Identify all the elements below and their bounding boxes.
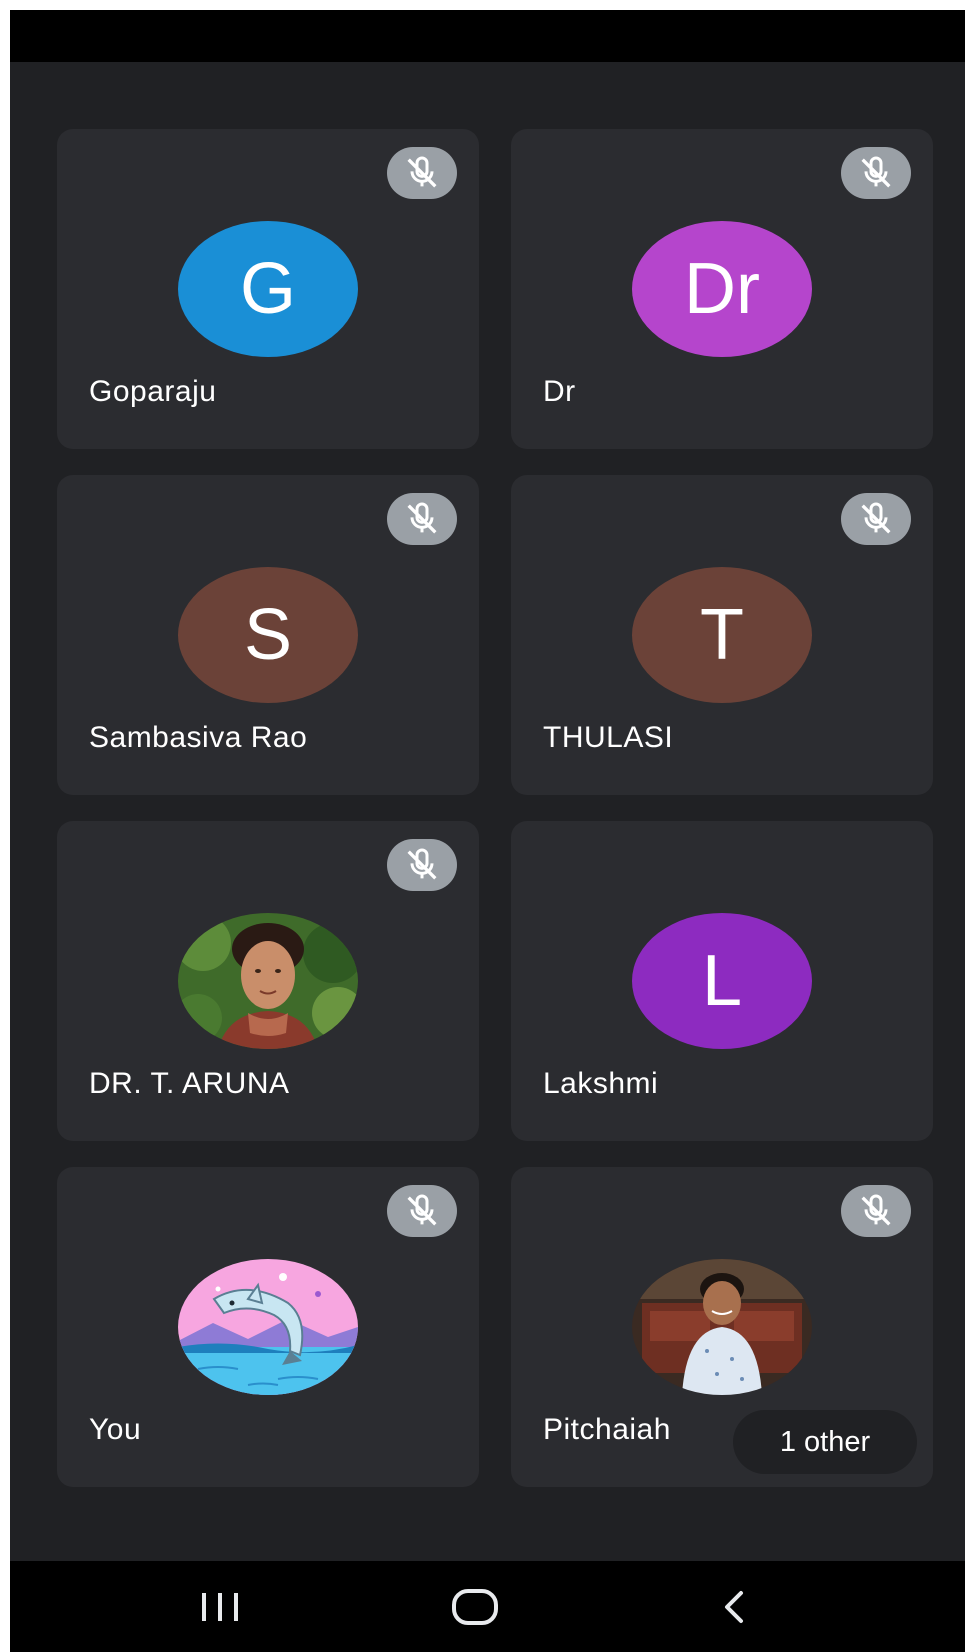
mic-off-icon [387,493,457,545]
mic-off-icon [841,493,911,545]
navigation-bar [10,1561,965,1652]
participant-tile-you[interactable]: You [57,1167,479,1487]
participant-tile-goparaju[interactable]: G Goparaju [57,129,479,449]
mic-off-icon [841,1185,911,1237]
mic-off-icon [841,147,911,199]
home-button[interactable] [435,1579,515,1635]
meeting-screen: G Goparaju Dr Dr S Sambasiva Rao T THULA… [10,10,965,1652]
mic-off-icon [387,839,457,891]
others-chip[interactable]: 1 other [733,1410,917,1474]
participant-tile-thulasi[interactable]: T THULASI [511,475,933,795]
participant-tile-dr-t-aruna[interactable]: DR. T. ARUNA [57,821,479,1141]
avatar: L [632,913,812,1049]
participant-name: DR. T. ARUNA [89,1067,290,1100]
avatar: Dr [632,221,812,357]
avatar: S [178,567,358,703]
participant-name: Lakshmi [543,1067,659,1100]
participant-tile-pitchaiah[interactable]: Pitchaiah 1 other [511,1167,933,1487]
participant-name: Sambasiva Rao [89,721,308,754]
participant-tile-dr[interactable]: Dr Dr [511,129,933,449]
avatar: T [632,567,812,703]
back-button[interactable] [695,1579,775,1635]
participant-name: Dr [543,375,576,408]
avatar-initials: S [243,595,293,675]
mic-off-icon [387,147,457,199]
avatar-illustration [178,1259,358,1395]
avatar-initials: L [701,941,743,1021]
status-bar [10,10,965,62]
participant-name: You [89,1413,142,1446]
participant-name: Pitchaiah [543,1413,671,1446]
avatar-initials: T [700,595,744,675]
avatar: G [178,221,358,357]
home-icon [452,1589,498,1625]
avatar-initials: G [239,249,296,329]
recents-icon [202,1593,238,1621]
mic-off-icon [387,1185,457,1237]
back-icon [725,1591,743,1623]
participant-name: Goparaju [89,375,217,408]
participant-name: THULASI [543,721,674,754]
avatar-photo [178,913,358,1049]
participant-tile-lakshmi[interactable]: L Lakshmi [511,821,933,1141]
avatar-initials: Dr [684,249,760,329]
participant-tile-sambasiva-rao[interactable]: S Sambasiva Rao [57,475,479,795]
avatar-photo [632,1259,812,1395]
recents-button[interactable] [180,1579,260,1635]
